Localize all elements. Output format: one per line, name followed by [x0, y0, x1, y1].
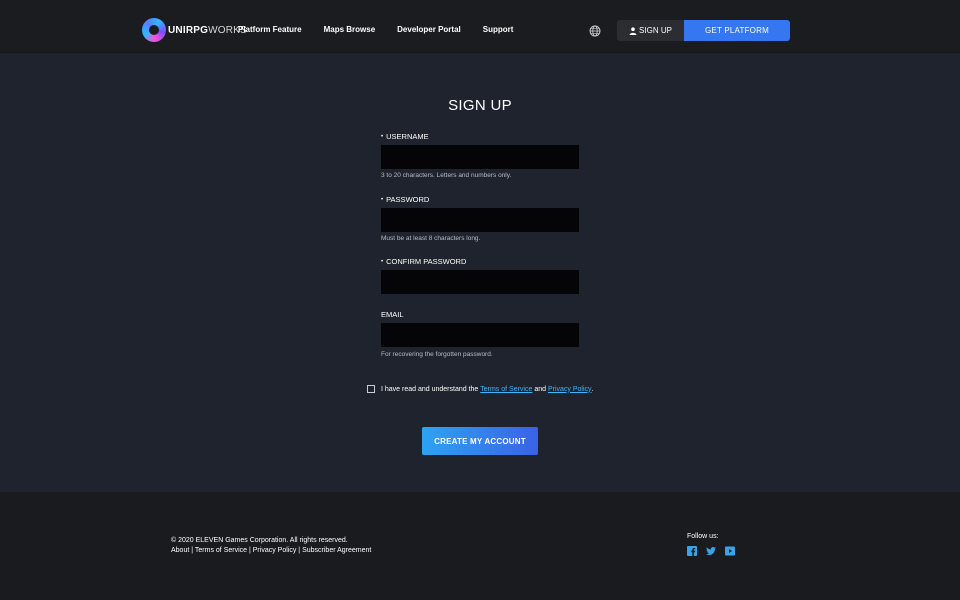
- terms-and: and: [534, 385, 547, 393]
- confirm-password-label-text: CONFIRM PASSWORD: [386, 257, 467, 266]
- footer-link-privacy[interactable]: Privacy Policy: [253, 547, 297, 554]
- footer-links: About | Terms of Service | Privacy Polic…: [171, 547, 371, 554]
- password-label-text: PASSWORD: [386, 195, 430, 204]
- nav-developer-portal[interactable]: Developer Portal: [397, 25, 461, 34]
- email-label: EMAIL: [381, 310, 404, 319]
- twitter-icon[interactable]: [706, 546, 716, 556]
- social-links: [687, 546, 744, 556]
- site-logo[interactable]: UNIRPGWORKS: [142, 17, 247, 43]
- footer-link-terms[interactable]: Terms of Service: [195, 547, 247, 554]
- password-label: • PASSWORD: [381, 195, 429, 204]
- username-hint: 3 to 20 characters. Letters and numbers …: [381, 172, 512, 179]
- footer-link-about[interactable]: About: [171, 547, 189, 554]
- terms-prefix: I have read and understand the: [381, 385, 479, 393]
- logo-text: UNIRPGWORKS: [168, 25, 247, 36]
- nav-support[interactable]: Support: [483, 25, 514, 34]
- main-nav: Platform Feature Maps Browse Developer P…: [238, 25, 535, 34]
- logo-text-bold: UNIRPG: [168, 24, 209, 36]
- site-header: UNIRPGWORKS Platform Feature Maps Browse…: [0, 0, 960, 53]
- email-label-text: EMAIL: [381, 310, 404, 319]
- required-marker: •: [381, 259, 384, 266]
- create-account-button[interactable]: CREATE MY ACCOUNT: [422, 427, 538, 455]
- terms-of-service-link[interactable]: Terms of Service: [480, 386, 532, 393]
- email-hint: For recovering the forgotten password.: [381, 351, 493, 358]
- confirm-password-input[interactable]: [381, 270, 579, 294]
- swirl-logo-icon: [142, 18, 166, 42]
- footer-separator: |: [298, 547, 301, 554]
- footer-separator: |: [248, 547, 251, 554]
- nav-maps-browse[interactable]: Maps Browse: [324, 25, 376, 34]
- username-label: • USERNAME: [381, 132, 429, 141]
- confirm-password-label: • CONFIRM PASSWORD: [381, 257, 466, 266]
- password-hint: Must be at least 8 characters long.: [381, 235, 481, 242]
- username-label-text: USERNAME: [386, 132, 429, 141]
- nav-platform-feature[interactable]: Platform Feature: [238, 25, 302, 34]
- facebook-icon[interactable]: [687, 546, 697, 556]
- youtube-icon[interactable]: [725, 546, 735, 556]
- terms-checkbox[interactable]: [367, 385, 375, 393]
- terms-suffix: .: [591, 385, 594, 393]
- email-input[interactable]: [381, 323, 579, 347]
- privacy-policy-link[interactable]: Privacy Policy: [548, 386, 592, 393]
- follow-us-label: Follow us:: [687, 533, 719, 540]
- username-input[interactable]: [381, 145, 579, 169]
- footer-separator: |: [191, 547, 194, 554]
- header-signup-label: SIGN UP: [639, 26, 672, 35]
- site-footer: © 2020 ELEVEN Games Corporation. All rig…: [0, 492, 960, 600]
- user-icon: [629, 26, 637, 35]
- footer-link-subscriber[interactable]: Subscriber Agreement: [302, 547, 371, 554]
- get-platform-button[interactable]: GET PLATFORM: [684, 20, 790, 41]
- terms-agreement: I have read and understand the Terms of …: [367, 385, 594, 393]
- required-marker: •: [381, 197, 384, 204]
- password-input[interactable]: [381, 208, 579, 232]
- copyright-text: © 2020 ELEVEN Games Corporation. All rig…: [171, 537, 348, 544]
- required-marker: •: [381, 134, 384, 141]
- globe-icon[interactable]: [589, 25, 601, 37]
- header-signup-button[interactable]: SIGN UP: [617, 20, 684, 41]
- page-title: SIGN UP: [448, 97, 512, 114]
